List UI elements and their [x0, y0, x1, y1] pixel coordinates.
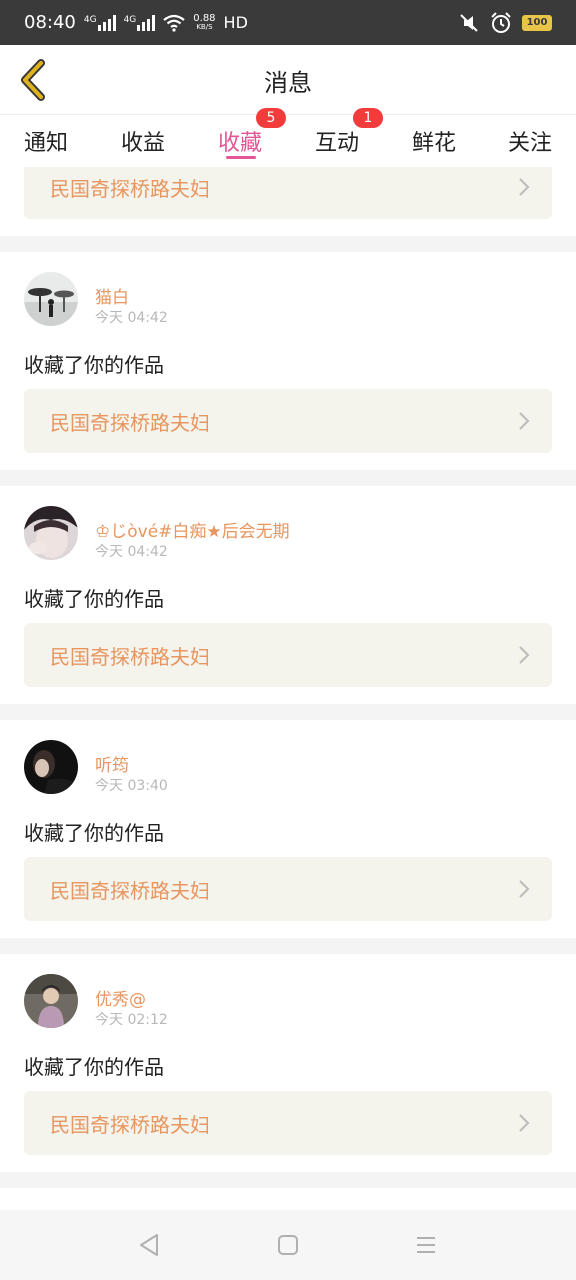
nav-home-button[interactable]	[273, 1230, 303, 1260]
back-button[interactable]	[12, 55, 52, 105]
chevron-right-icon	[519, 178, 530, 196]
tab-notifications[interactable]: 通知	[24, 115, 68, 167]
list-item: 听筠 今天 03:40 收藏了你的作品 民国奇探桥路夫妇	[0, 720, 576, 938]
chevron-right-icon	[519, 646, 530, 664]
user-name[interactable]: 听筠	[95, 751, 129, 776]
tab-favorites[interactable]: 收藏 5	[218, 108, 286, 167]
action-text: 收藏了你的作品	[24, 1055, 164, 1079]
tab-bar: 通知 收益 收藏 5 互动 1 鲜花 关注	[0, 108, 576, 167]
work-link[interactable]: 民国奇探桥路夫妇	[24, 1091, 552, 1155]
tab-following[interactable]: 关注	[508, 115, 552, 167]
list-item: 优秀@ 今天 02:12 收藏了你的作品 民国奇探桥路夫妇	[0, 954, 576, 1172]
list-item: ♔じòvé#白痴★后会无期 今天 04:42 收藏了你的作品 民国奇探桥路夫妇	[0, 486, 576, 704]
chevron-left-icon	[21, 59, 45, 101]
favorites-badge: 5	[256, 108, 286, 128]
battery-icon: 100	[522, 14, 552, 31]
action-text: 收藏了你的作品	[24, 821, 164, 845]
interactions-badge: 1	[353, 108, 383, 128]
work-title: 民国奇探桥路夫妇	[50, 644, 210, 669]
chevron-right-icon	[519, 1114, 530, 1132]
user-name[interactable]: ♔じòvé#白痴★后会无期	[95, 517, 290, 542]
alarm-icon	[491, 11, 511, 33]
clock: 08:40	[24, 12, 76, 33]
list-item	[0, 1188, 576, 1210]
signal-1: 4G	[84, 14, 116, 31]
action-text: 收藏了你的作品	[24, 587, 164, 611]
chevron-right-icon	[519, 880, 530, 898]
header: 消息	[0, 45, 576, 115]
menu-icon	[417, 1237, 435, 1253]
triangle-back-icon	[140, 1234, 158, 1256]
signal-bars-icon	[97, 14, 116, 31]
work-title: 民国奇探桥路夫妇	[50, 410, 210, 435]
work-link[interactable]: 民国奇探桥路夫妇	[24, 167, 552, 219]
work-link[interactable]: 民国奇探桥路夫妇	[24, 857, 552, 921]
work-title: 民国奇探桥路夫妇	[50, 878, 210, 903]
mute-icon	[460, 13, 478, 32]
tab-earnings[interactable]: 收益	[121, 115, 165, 167]
action-text: 收藏了你的作品	[24, 353, 164, 377]
timestamp: 今天 03:40	[95, 778, 168, 794]
hd-indicator: HD	[223, 13, 248, 32]
avatar[interactable]	[24, 740, 78, 794]
list-item: 民国奇探桥路夫妇	[0, 167, 576, 236]
work-link[interactable]: 民国奇探桥路夫妇	[24, 623, 552, 687]
user-name[interactable]: 优秀@	[95, 985, 146, 1010]
tab-interactions[interactable]: 互动 1	[315, 108, 383, 167]
chevron-right-icon	[519, 412, 530, 430]
user-name[interactable]: 猫白	[95, 283, 129, 308]
work-link[interactable]: 民国奇探桥路夫妇	[24, 389, 552, 453]
work-title: 民国奇探桥路夫妇	[50, 1112, 210, 1137]
status-bar: 08:40 4G 4G 0.88 KB/S HD 100	[0, 0, 576, 45]
tab-flowers[interactable]: 鲜花	[412, 115, 456, 167]
timestamp: 今天 02:12	[95, 1012, 168, 1028]
wifi-icon	[163, 14, 185, 32]
favorites-list[interactable]: 民国奇探桥路夫妇 猫白 今天 04:42 收藏了你的作品 民国奇探桥路夫妇 ♔じ…	[0, 167, 576, 1210]
list-item: 猫白 今天 04:42 收藏了你的作品 民国奇探桥路夫妇	[0, 252, 576, 470]
avatar[interactable]	[24, 506, 78, 560]
work-title: 民国奇探桥路夫妇	[50, 176, 210, 201]
net-speed: 0.88 KB/S	[193, 12, 216, 31]
signal-2: 4G	[124, 14, 156, 31]
signal-bars-icon	[137, 14, 156, 31]
system-nav-bar	[0, 1210, 576, 1280]
timestamp: 今天 04:42	[95, 544, 168, 560]
page-title: 消息	[264, 68, 312, 97]
avatar[interactable]	[24, 974, 78, 1028]
nav-menu-button[interactable]	[411, 1230, 441, 1260]
timestamp: 今天 04:42	[95, 310, 168, 326]
square-home-icon	[278, 1235, 298, 1255]
avatar[interactable]	[24, 272, 78, 326]
nav-back-button[interactable]	[134, 1230, 164, 1260]
active-tab-indicator	[226, 156, 256, 159]
